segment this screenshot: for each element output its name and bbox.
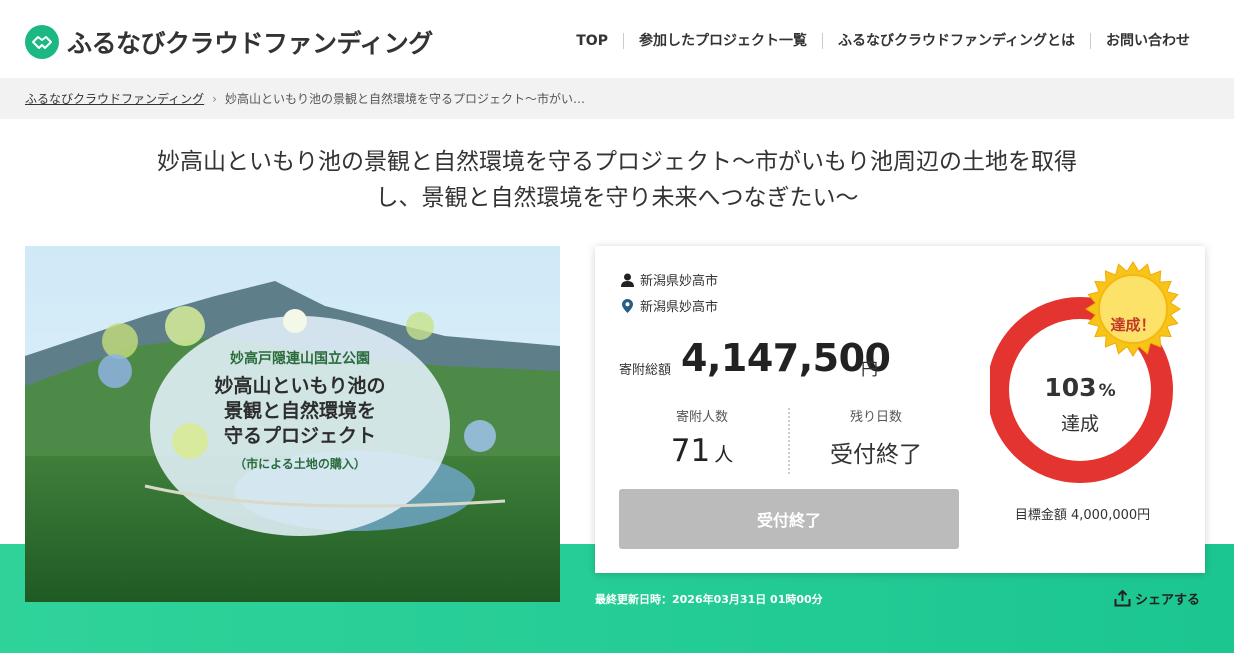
handshake-icon: [25, 25, 59, 59]
person-icon: [620, 273, 634, 287]
organizer-row: 新潟県妙高市: [620, 270, 718, 289]
achievement-label: 達成: [1060, 413, 1099, 435]
page-title-line2: し、景観と自然環境を守り未来へつなぎたい～: [375, 185, 859, 211]
hero-line3: 守るプロジェクト: [224, 424, 376, 447]
remaining-days-value: 受付終了: [830, 442, 922, 468]
breadcrumb: ふるなびクラウドファンディング › 妙高山といもり池の景観と自然環境を守るプロジ…: [0, 78, 1234, 119]
funding-status-card: 新潟県妙高市 新潟県妙高市 寄附総額 4,147,500 円 寄附人数 71 人 …: [595, 246, 1205, 573]
nav-joined-projects[interactable]: 参加したプロジェクト一覧: [622, 33, 822, 49]
achievement-percent-value: 103: [1044, 373, 1097, 402]
nav-top[interactable]: TOP: [561, 33, 623, 49]
amount-value: 4,147,500: [681, 336, 891, 380]
site-logo[interactable]: ふるなびクラウドファンディング: [25, 24, 433, 60]
page-title-line1: 妙高山といもり池の景観と自然環境を守るプロジェクト～市がいもり池周辺の土地を取得: [157, 149, 1077, 175]
map-pin-icon: [620, 298, 634, 313]
stat-divider: [788, 408, 790, 474]
breadcrumb-current: 妙高山といもり池の景観と自然環境を守るプロジェクト～市がい…: [224, 92, 585, 106]
organizer-name: 新潟県妙高市: [640, 274, 719, 289]
site-header: ふるなびクラウドファンディング TOP 参加したプロジェクト一覧 ふるなびクラウ…: [0, 0, 1234, 78]
share-label: シェアする: [1135, 593, 1201, 608]
nav-about[interactable]: ふるなびクラウドファンディングとは: [821, 33, 1090, 49]
breadcrumb-home-link[interactable]: ふるなびクラウドファンディング: [25, 90, 204, 107]
hero-park-name: 妙高戸隠連山国立公園: [230, 350, 370, 367]
donor-count-unit: 人: [714, 444, 734, 466]
donor-count-stat: 寄附人数 71 人: [617, 406, 787, 469]
share-button[interactable]: シェアする: [1114, 589, 1200, 608]
page-title: 妙高山といもり池の景観と自然環境を守るプロジェクト～市がいもり池周辺の土地を取得…: [0, 144, 1234, 216]
donor-count-value: 71: [670, 433, 711, 469]
location-name: 新潟県妙高市: [640, 300, 719, 315]
location-row: 新潟県妙高市: [620, 296, 718, 315]
main-nav: TOP 参加したプロジェクト一覧 ふるなびクラウドファンディングとは お問い合わ…: [561, 33, 1190, 49]
achieved-badge-icon: [1085, 261, 1181, 357]
achievement-percent: 103%: [1040, 373, 1120, 402]
hero-line1: 妙高山といもり池の: [214, 374, 385, 397]
hero-sub: （市による土地の購入）: [234, 456, 366, 471]
donor-count-label: 寄附人数: [675, 410, 728, 425]
amount-unit: 円: [861, 360, 878, 380]
project-hero-image: 妙高戸隠連山国立公園 妙高山といもり池の 景観と自然環境を 守るプロジェクト （…: [25, 246, 560, 602]
remaining-days-stat: 残り日数 受付終了: [791, 406, 961, 469]
achieved-badge-text: 達成！: [1110, 316, 1156, 334]
logo-text: ふるなびクラウドファンディング: [67, 29, 433, 58]
share-icon: [1114, 590, 1131, 607]
hero-line2: 景観と自然環境を: [224, 399, 376, 422]
remaining-days-label: 残り日数: [849, 410, 902, 425]
achievement-percent-unit: %: [1098, 381, 1116, 401]
support-closed-button[interactable]: 受付終了: [619, 489, 959, 549]
chevron-right-icon: ›: [212, 91, 217, 106]
last-updated: 最終更新日時：2026年03月31日 01時00分: [595, 593, 823, 606]
nav-contact[interactable]: お問い合わせ: [1090, 33, 1190, 49]
amount-label: 寄附総額: [619, 363, 672, 378]
achievement-ring: 達成！ 103% 達成: [990, 261, 1190, 491]
goal-amount: 目標金額 4,000,000円: [1014, 508, 1151, 523]
